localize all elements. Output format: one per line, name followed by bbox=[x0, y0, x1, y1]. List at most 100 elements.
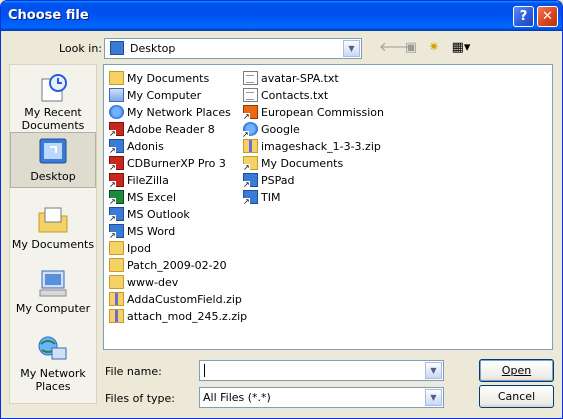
file-icon bbox=[109, 88, 124, 102]
back-arrow-icon[interactable]: 🡐 bbox=[379, 39, 414, 57]
file-item[interactable]: PSPad bbox=[243, 172, 384, 189]
file-item[interactable]: avatar-SPA.txt bbox=[243, 70, 384, 87]
file-item[interactable]: FileZilla bbox=[109, 172, 247, 189]
my-documents-icon bbox=[38, 207, 68, 233]
file-icon bbox=[109, 309, 124, 323]
file-name: European Commission bbox=[261, 106, 385, 119]
files-of-type-dropdown[interactable]: All Files (*.*) ▼ bbox=[199, 387, 444, 408]
look-in-label: Look in: bbox=[59, 42, 102, 55]
file-name: Ipod bbox=[127, 242, 151, 255]
file-item[interactable]: My Network Places bbox=[109, 104, 247, 121]
file-icon bbox=[243, 139, 258, 153]
file-item[interactable]: MS Outlook bbox=[109, 206, 247, 223]
file-item[interactable]: TIM bbox=[243, 189, 384, 206]
file-name: Adobe Reader 8 bbox=[127, 123, 215, 136]
file-icon bbox=[109, 241, 124, 255]
file-item[interactable]: Ipod bbox=[109, 240, 247, 257]
desktop-icon bbox=[39, 138, 67, 164]
file-item[interactable]: MS Excel bbox=[109, 189, 247, 206]
file-item[interactable]: CDBurnerXP Pro 3 bbox=[109, 155, 247, 172]
file-name: My Documents bbox=[261, 157, 344, 170]
file-icon bbox=[109, 71, 124, 85]
new-folder-icon[interactable]: ✷ bbox=[424, 39, 444, 57]
files-of-type-value: All Files (*.*) bbox=[203, 391, 271, 404]
file-item[interactable]: Contacts.txt bbox=[243, 87, 384, 104]
file-item[interactable]: Google bbox=[242, 121, 384, 139]
file-name: My Documents bbox=[127, 72, 210, 85]
file-icon bbox=[243, 105, 258, 121]
file-name: TIM bbox=[261, 191, 281, 204]
file-item[interactable]: Patch_2009-02-20 bbox=[109, 257, 247, 274]
title-bar[interactable]: Choose file ? ✕ bbox=[1, 1, 562, 31]
file-name: CDBurnerXP Pro 3 bbox=[127, 157, 226, 170]
file-item[interactable]: Adobe Reader 8 bbox=[109, 121, 247, 138]
file-icon bbox=[109, 156, 124, 172]
file-name: Adonis bbox=[127, 140, 164, 153]
place-my-recent-documents[interactable]: My Recent Documents bbox=[10, 69, 96, 132]
file-name: attach_mod_245.z.zip bbox=[127, 310, 248, 323]
views-menu-icon[interactable]: ▦▾ bbox=[448, 39, 474, 57]
file-icon bbox=[243, 190, 258, 206]
file-name-input[interactable]: ▼ bbox=[199, 360, 444, 381]
chevron-down-icon[interactable]: ▼ bbox=[425, 362, 442, 379]
file-name: Patch_2009-02-20 bbox=[127, 259, 227, 272]
place-label: My Documents bbox=[11, 238, 95, 251]
file-icon bbox=[109, 139, 124, 155]
file-item[interactable]: attach_mod_245.z.zip bbox=[109, 308, 247, 325]
file-icon bbox=[243, 71, 258, 85]
file-item[interactable]: www-dev bbox=[109, 274, 247, 291]
my-computer-icon bbox=[39, 270, 67, 297]
file-item[interactable]: AddaCustomField.zip bbox=[109, 291, 247, 308]
place-my-network-places[interactable]: My Network Places bbox=[10, 330, 96, 393]
places-bar: My Recent Documents Desktop My Documents bbox=[9, 64, 97, 404]
file-name: AddaCustomField.zip bbox=[127, 293, 242, 306]
file-icon bbox=[109, 275, 124, 289]
file-name: FileZilla bbox=[127, 174, 169, 187]
desktop-small-icon bbox=[110, 41, 124, 55]
file-name: MS Word bbox=[127, 225, 176, 238]
file-name: MS Outlook bbox=[127, 208, 190, 221]
up-folder-icon[interactable]: ▣ bbox=[401, 39, 421, 57]
place-my-documents[interactable]: My Documents bbox=[10, 201, 96, 251]
place-desktop[interactable]: Desktop bbox=[10, 132, 96, 188]
choose-file-dialog: Choose file ? ✕ Look in: Desktop ▼ 🡐 ▣ ✷… bbox=[0, 0, 563, 419]
place-label: My Computer bbox=[15, 302, 91, 315]
file-item[interactable]: My Computer bbox=[109, 87, 247, 104]
place-label: My Network Places bbox=[20, 367, 86, 393]
close-button[interactable]: ✕ bbox=[537, 6, 558, 27]
file-icon bbox=[243, 173, 258, 189]
file-item[interactable]: European Commission bbox=[243, 104, 384, 121]
file-item[interactable]: MS Word bbox=[109, 223, 247, 240]
file-icon bbox=[109, 190, 124, 206]
file-name: My Network Places bbox=[127, 106, 231, 119]
file-item[interactable]: My Documents bbox=[243, 155, 384, 172]
files-of-type-label: Files of type: bbox=[105, 392, 176, 405]
file-column-2: avatar-SPA.txt Contacts.txt European Commi… bbox=[242, 70, 384, 206]
network-places-icon bbox=[38, 336, 67, 360]
chevron-down-icon[interactable]: ▼ bbox=[425, 389, 442, 406]
open-button[interactable]: Open bbox=[479, 359, 554, 382]
file-item[interactable]: My Documents bbox=[109, 70, 247, 87]
help-button[interactable]: ? bbox=[513, 6, 534, 27]
file-icon bbox=[242, 122, 258, 139]
look-in-dropdown[interactable]: Desktop ▼ bbox=[104, 38, 362, 59]
file-name: Contacts.txt bbox=[261, 89, 329, 102]
file-icon bbox=[109, 105, 124, 119]
chevron-down-icon[interactable]: ▼ bbox=[343, 40, 360, 57]
file-item[interactable]: imageshack_1-3-3.zip bbox=[243, 138, 384, 155]
window-title: Choose file bbox=[8, 8, 89, 23]
file-column-1: My Documents My Computer My Network Places… bbox=[109, 70, 247, 325]
file-icon bbox=[109, 258, 124, 272]
file-icon bbox=[109, 173, 124, 189]
file-icon bbox=[109, 122, 124, 138]
file-icon bbox=[243, 156, 258, 172]
file-list[interactable]: My Documents My Computer My Network Places… bbox=[103, 64, 553, 350]
file-item[interactable]: Adonis bbox=[109, 138, 247, 155]
place-my-computer[interactable]: My Computer bbox=[10, 265, 96, 315]
file-icon bbox=[109, 207, 124, 223]
cancel-button[interactable]: Cancel bbox=[479, 385, 554, 408]
file-name: PSPad bbox=[261, 174, 295, 187]
file-name-value bbox=[204, 364, 205, 377]
file-name: My Computer bbox=[127, 89, 202, 102]
place-label: My Recent Documents bbox=[21, 106, 85, 132]
